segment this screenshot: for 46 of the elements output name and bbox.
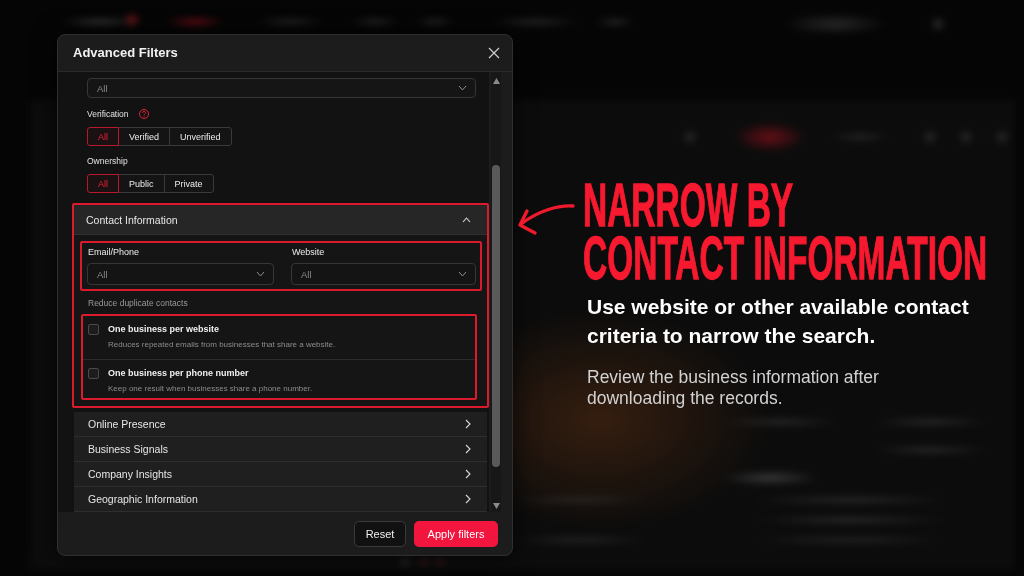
dropdown[interactable]: All — [87, 78, 476, 98]
chevron-right-icon — [466, 495, 470, 503]
scroll-down-icon[interactable] — [492, 503, 500, 509]
section-subheading: Reduce duplicate contacts — [87, 297, 188, 309]
headline: NARROW BY CONTACT INFORMATION — [583, 178, 988, 284]
lead-text: Use website or other available contact criteria to narrow the search. — [587, 294, 970, 349]
segment-button[interactable]: Unverified — [169, 127, 232, 146]
note-text: Review the business information after downloading the records. — [587, 367, 880, 409]
option-description: Keep one result when businesses share a phone number. — [108, 383, 313, 395]
segment-button[interactable]: All — [87, 127, 119, 146]
curved-arrow-icon — [518, 203, 574, 235]
chevron-down-icon — [257, 272, 264, 276]
chevron-up-icon — [463, 217, 470, 222]
group-label: Verification — [87, 108, 129, 120]
help-icon[interactable] — [138, 109, 149, 119]
chevron-right-icon — [466, 470, 470, 478]
checkbox[interactable] — [88, 324, 99, 335]
primary-button[interactable]: Apply filters — [414, 520, 498, 547]
accordion-header[interactable]: Contact Information — [74, 205, 487, 235]
scrollbar-thumb[interactable] — [492, 165, 500, 467]
chevron-down-icon — [459, 86, 466, 90]
segment-button[interactable]: Public — [118, 174, 165, 193]
chevron-right-icon — [466, 445, 470, 453]
option-description: Reduces repeated emails from businesses that share a website. — [108, 339, 336, 351]
field-label: Website — [291, 246, 325, 258]
segment-button[interactable]: All — [87, 174, 119, 193]
chevron-right-icon — [466, 420, 470, 428]
dialog-title: Advanced Filters — [73, 45, 178, 61]
accordion-header[interactable]: Company Insights — [74, 462, 487, 487]
close-icon[interactable] — [489, 48, 499, 58]
accordion-header[interactable]: Business Signals — [74, 437, 487, 462]
dropdown[interactable]: All — [291, 263, 476, 285]
checkbox[interactable] — [88, 368, 99, 379]
secondary-button[interactable]: Reset — [354, 520, 406, 547]
segment-button[interactable]: Verified — [118, 127, 171, 146]
scrollbar[interactable] — [491, 72, 501, 512]
accordion-header[interactable]: Geographic Information — [74, 487, 487, 512]
dropdown[interactable]: All — [87, 263, 274, 285]
field-label: Email/Phone — [87, 246, 140, 258]
scroll-up-icon[interactable] — [492, 78, 500, 84]
segment-button[interactable]: Private — [163, 174, 214, 193]
chevron-down-icon — [459, 272, 466, 276]
accordion-header[interactable]: Online Presence — [74, 412, 487, 437]
option-title: One business per phone number — [108, 367, 249, 379]
group-label: Ownership — [87, 155, 128, 167]
option-title: One business per website — [108, 323, 220, 335]
